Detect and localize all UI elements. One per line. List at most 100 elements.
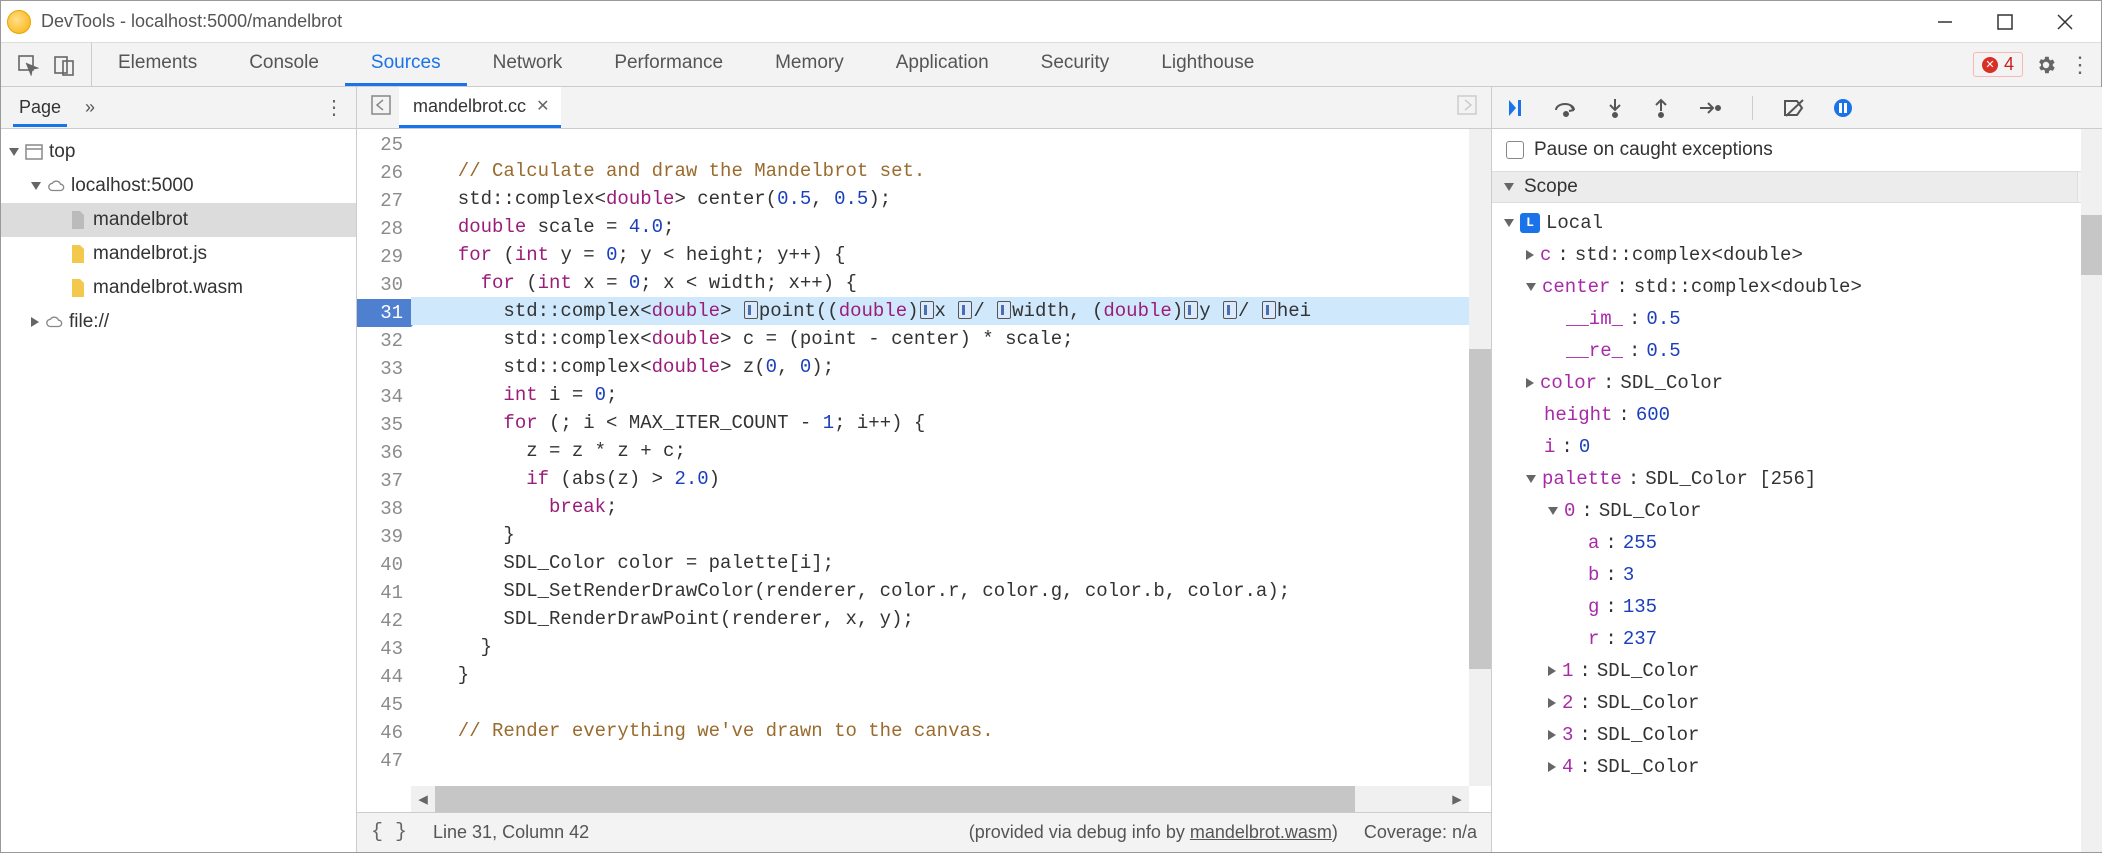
editor-nav-forward-icon[interactable]	[1449, 95, 1485, 120]
tree-label: mandelbrot.wasm	[93, 277, 243, 299]
code-area[interactable]: // Calculate and draw the Mandelbrot set…	[411, 129, 1491, 812]
step-button[interactable]	[1698, 98, 1722, 118]
tree-label: mandelbrot	[93, 209, 188, 231]
expand-icon	[1504, 219, 1514, 227]
window-close[interactable]	[2035, 2, 2095, 42]
devtools-main-tabs: Elements Console Sources Network Perform…	[1, 43, 2101, 87]
tab-network[interactable]: Network	[467, 43, 589, 86]
editor-nav-back-icon[interactable]	[363, 95, 399, 120]
tree-file-mandelbrot-js[interactable]: mandelbrot.js	[1, 237, 356, 271]
step-out-button[interactable]	[1652, 97, 1670, 119]
tree-node-top[interactable]: top	[1, 135, 356, 169]
tab-elements[interactable]: Elements	[92, 43, 223, 86]
navigator-menu-icon[interactable]: ⋮	[324, 95, 344, 120]
tree-label: mandelbrot.js	[93, 243, 207, 265]
tree-label: localhost:5000	[71, 175, 194, 197]
var-palette-3[interactable]: 3: SDL_Color	[1504, 719, 2102, 751]
editor-horizontal-scrollbar[interactable]: ◂ ▸	[411, 786, 1469, 812]
var-palette-4[interactable]: 4: SDL_Color	[1504, 751, 2102, 783]
close-tab-icon[interactable]: ✕	[536, 96, 549, 116]
navigator-tab-page[interactable]: Page	[13, 88, 67, 127]
step-into-button[interactable]	[1606, 97, 1624, 119]
devtools-icon	[7, 10, 31, 34]
editor-filename: mandelbrot.cc	[413, 96, 526, 117]
window-frame-icon	[25, 142, 43, 162]
pause-on-exceptions-button[interactable]	[1833, 98, 1853, 118]
debugger-toolbar	[1492, 87, 2102, 129]
sources-navigator: Page » ⋮ top localhost:5000 mandelbrot	[1, 87, 357, 852]
panel-tabs: Elements Console Sources Network Perform…	[92, 43, 1280, 86]
editor-file-tab[interactable]: mandelbrot.cc ✕	[399, 87, 561, 128]
file-tree: top localhost:5000 mandelbrot mandelbrot…	[1, 129, 356, 852]
error-icon: ✕	[1982, 57, 1998, 73]
window-minimize[interactable]	[1915, 2, 1975, 42]
pause-on-caught-row[interactable]: Pause on caught exceptions	[1492, 129, 2102, 171]
tree-label: file://	[69, 311, 109, 333]
editor-vertical-scrollbar[interactable]	[1469, 129, 1491, 786]
tab-security[interactable]: Security	[1015, 43, 1136, 86]
tree-node-host[interactable]: localhost:5000	[1, 169, 356, 203]
pause-on-caught-checkbox[interactable]	[1506, 141, 1524, 159]
tab-lighthouse[interactable]: Lighthouse	[1135, 43, 1280, 86]
var-color[interactable]: color: SDL_Color	[1504, 367, 2102, 399]
coverage-status: Coverage: n/a	[1364, 822, 1477, 843]
scroll-left-icon[interactable]: ◂	[411, 788, 435, 811]
window-titlebar: DevTools - localhost:5000/mandelbrot	[1, 1, 2101, 43]
var-palette-2[interactable]: 2: SDL_Color	[1504, 687, 2102, 719]
file-icon	[69, 244, 87, 264]
tab-console[interactable]: Console	[223, 43, 345, 86]
var-center-im[interactable]: __im_: 0.5	[1504, 303, 2102, 335]
tab-application[interactable]: Application	[870, 43, 1015, 86]
scope-variables: L Local c: std::complex<double> center: …	[1492, 203, 2102, 852]
window-maximize[interactable]	[1975, 2, 2035, 42]
kebab-menu-icon[interactable]: ⋮	[2069, 52, 2091, 78]
debug-info-source: (provided via debug info by mandelbrot.w…	[969, 822, 1338, 843]
tab-memory[interactable]: Memory	[749, 43, 870, 86]
tree-file-mandelbrot-wasm[interactable]: mandelbrot.wasm	[1, 271, 356, 305]
var-palette[interactable]: palette: SDL_Color [256]	[1504, 463, 2102, 495]
scope-label: Scope	[1524, 176, 1578, 198]
var-i[interactable]: i: 0	[1504, 431, 2102, 463]
tab-performance[interactable]: Performance	[588, 43, 749, 86]
var-height[interactable]: height: 600	[1504, 399, 2102, 431]
tree-node-file-scheme[interactable]: file://	[1, 305, 356, 339]
var-c[interactable]: c: std::complex<double>	[1504, 239, 2102, 271]
error-count-badge[interactable]: ✕ 4	[1973, 52, 2023, 77]
editor-status-bar: { } Line 31, Column 42 (provided via deb…	[357, 812, 1491, 852]
pretty-print-icon[interactable]: { }	[371, 821, 407, 844]
resume-button[interactable]	[1506, 98, 1526, 118]
deactivate-breakpoints-button[interactable]	[1783, 98, 1805, 118]
navigator-more-tabs-icon[interactable]: »	[85, 97, 95, 118]
cursor-position: Line 31, Column 42	[433, 822, 589, 843]
tree-label: top	[49, 141, 75, 163]
step-over-button[interactable]	[1554, 98, 1578, 118]
debug-info-link[interactable]: mandelbrot.wasm	[1190, 822, 1332, 842]
expand-icon	[31, 182, 41, 190]
inspect-element-icon[interactable]	[17, 54, 39, 76]
local-label: Local	[1546, 207, 1603, 239]
pause-on-caught-label: Pause on caught exceptions	[1534, 139, 1773, 161]
panel-vertical-scrollbar[interactable]	[2081, 129, 2102, 852]
line-number-gutter[interactable]: 2526272829303132333435363738394041424344…	[357, 129, 411, 812]
tab-sources[interactable]: Sources	[345, 43, 467, 86]
tree-file-mandelbrot[interactable]: mandelbrot	[1, 203, 356, 237]
settings-gear-icon[interactable]	[2035, 54, 2057, 76]
var-palette-0[interactable]: 0: SDL_Color	[1504, 495, 2102, 527]
error-count: 4	[2004, 54, 2014, 75]
source-editor: mandelbrot.cc ✕ 252627282930313233343536…	[357, 87, 1492, 852]
var-palette-0-g[interactable]: g: 135	[1504, 591, 2102, 623]
var-center[interactable]: center: std::complex<double>	[1504, 271, 2102, 303]
scope-local-header[interactable]: L Local	[1504, 207, 2102, 239]
scroll-right-icon[interactable]: ▸	[1445, 788, 1469, 811]
var-center-re[interactable]: __re_: 0.5	[1504, 335, 2102, 367]
debugger-panel: Pause on caught exceptions Scope ▲▼ L Lo…	[1492, 87, 2102, 852]
var-palette-0-r[interactable]: r: 237	[1504, 623, 2102, 655]
var-palette-0-a[interactable]: a: 255	[1504, 527, 2102, 559]
window-title: DevTools - localhost:5000/mandelbrot	[41, 11, 342, 32]
scope-section-header[interactable]: Scope ▲▼	[1492, 171, 2102, 203]
device-toolbar-icon[interactable]	[53, 54, 75, 76]
var-palette-0-b[interactable]: b: 3	[1504, 559, 2102, 591]
var-palette-1[interactable]: 1: SDL_Color	[1504, 655, 2102, 687]
expand-icon	[9, 148, 19, 156]
file-icon	[69, 278, 87, 298]
